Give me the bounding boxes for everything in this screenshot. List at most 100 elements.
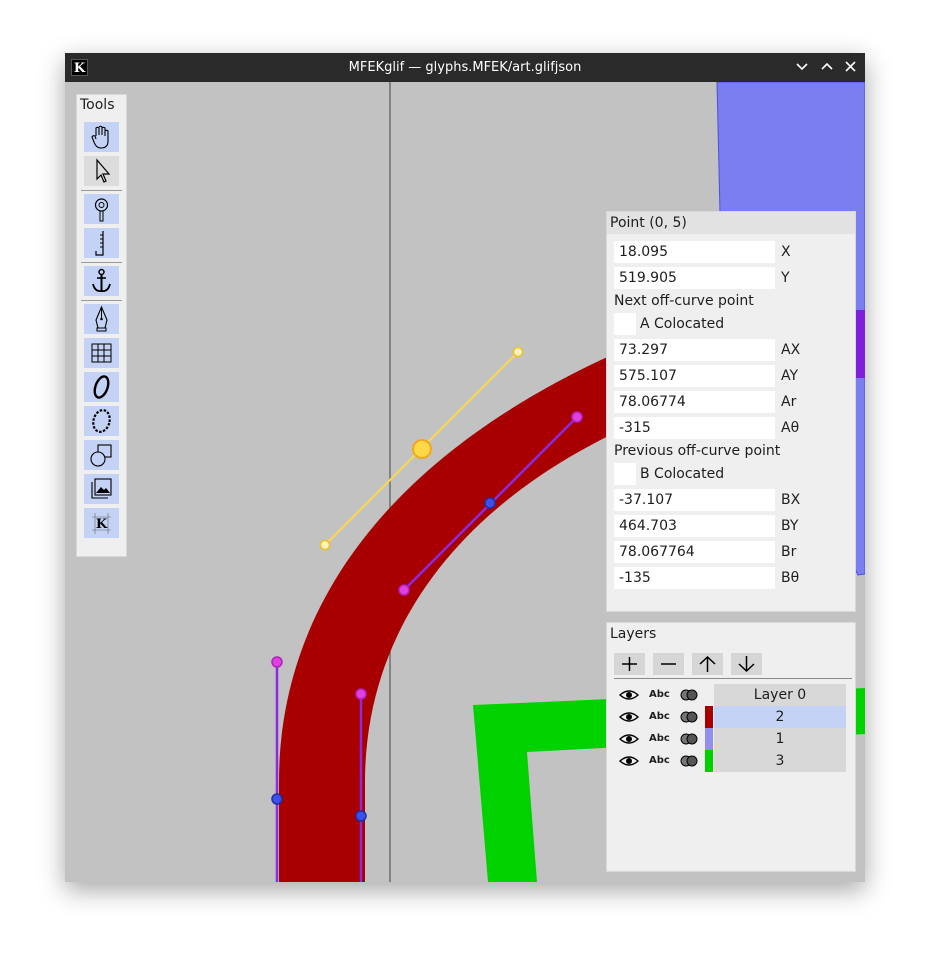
combine-operation-icon[interactable] — [680, 711, 698, 723]
zoom-tool[interactable] — [84, 194, 119, 224]
br-input[interactable]: 78.067764 — [614, 541, 775, 563]
maximize-button[interactable] — [818, 58, 836, 76]
eye-icon[interactable] — [618, 687, 640, 703]
layer-row-layer-0[interactable]: Abc Layer 0 — [613, 684, 847, 706]
point-y-input[interactable]: 519.905 — [614, 267, 775, 289]
arrow-pointer-icon — [96, 158, 111, 183]
btheta-label: Bθ — [781, 570, 800, 586]
eye-icon[interactable] — [618, 709, 640, 725]
atheta-input[interactable]: -315 — [614, 417, 775, 439]
off-curve-point-4 — [355, 688, 367, 700]
ar-input[interactable]: 78.06774 — [614, 391, 775, 413]
layer-preview-text[interactable]: Abc — [649, 750, 670, 772]
chain-o-icon — [92, 409, 111, 433]
a-colocated-label: A Colocated — [640, 316, 725, 332]
title-bar: K MFEKglif — glyphs.MFEK/art.glifjson — [65, 53, 865, 82]
move-layer-up-button[interactable] — [692, 653, 723, 675]
tools-separator — [81, 190, 122, 191]
grid-icon — [91, 343, 112, 363]
by-input[interactable]: 464.703 — [614, 515, 775, 537]
point-y-label: Y — [781, 270, 790, 286]
minimize-button[interactable] — [793, 58, 811, 76]
ax-input[interactable]: 73.297 — [614, 339, 775, 361]
pan-tool[interactable] — [84, 122, 119, 152]
layers-separator — [614, 678, 852, 679]
by-label: BY — [781, 518, 799, 534]
shapes-tool[interactable] — [84, 440, 119, 470]
guideline-k-tool[interactable]: K — [84, 508, 119, 538]
layers-title: Layers — [610, 626, 657, 642]
off-curve-point-1 — [571, 411, 583, 423]
tools-panel: Tools K — [76, 94, 127, 557]
bx-label: BX — [781, 492, 801, 508]
k-grid-icon: K — [92, 513, 111, 534]
prev-offcurve-header: Previous off-curve point — [614, 443, 781, 459]
chevron-down-icon — [796, 63, 808, 71]
layer-color-swatch[interactable] — [705, 728, 713, 750]
layer-name[interactable]: 1 — [714, 728, 846, 750]
layer-name[interactable]: 3 — [714, 750, 846, 772]
guidelines-tool[interactable] — [84, 338, 119, 368]
add-layer-button[interactable] — [614, 653, 645, 675]
arrow-down-icon — [738, 656, 755, 673]
select-tool[interactable] — [84, 156, 119, 186]
window-title: MFEKglif — glyphs.MFEK/art.glifjson — [348, 60, 582, 75]
b-colocated-checkbox[interactable] — [614, 463, 636, 485]
b-colocated-label: B Colocated — [640, 466, 725, 482]
combine-operation-icon[interactable] — [680, 689, 698, 701]
layer-row-1[interactable]: Abc 1 — [613, 728, 847, 750]
magnifier-icon — [94, 198, 109, 222]
image-tool[interactable] — [84, 474, 119, 504]
combine-operation-icon[interactable] — [680, 755, 698, 767]
layer-preview-text[interactable]: Abc — [649, 684, 670, 706]
pattern-along-path-tool[interactable] — [84, 406, 119, 436]
point-panel-title: Point (0, 5) — [610, 215, 687, 231]
pen-nib-icon — [95, 305, 108, 332]
combine-operation-icon[interactable] — [680, 733, 698, 745]
off-curve-point-3 — [271, 656, 283, 668]
bx-input[interactable]: -37.107 — [614, 489, 775, 511]
anchor-icon — [92, 268, 111, 293]
plus-icon — [622, 657, 637, 671]
image-icon — [91, 478, 112, 499]
layer-name[interactable]: 2 — [714, 706, 846, 728]
layer-preview-text[interactable]: Abc — [649, 728, 670, 750]
off-curve-point-2 — [398, 584, 410, 596]
pen-tool[interactable] — [84, 304, 119, 334]
remove-layer-button[interactable] — [653, 653, 684, 675]
btheta-input[interactable]: -135 — [614, 567, 775, 589]
layer-row-3[interactable]: Abc 3 — [613, 750, 847, 772]
ay-input[interactable]: 575.107 — [614, 365, 775, 387]
move-layer-down-button[interactable] — [731, 653, 762, 675]
layer-color-swatch[interactable] — [705, 750, 713, 772]
selected-handle-a — [512, 346, 524, 358]
purple-layer-edge — [855, 310, 865, 378]
on-curve-point-1 — [484, 497, 496, 509]
point-x-label: X — [781, 244, 791, 260]
atheta-label: Aθ — [781, 420, 800, 436]
tools-separator — [81, 300, 122, 301]
layer-name[interactable]: Layer 0 — [714, 684, 846, 706]
close-button[interactable] — [842, 58, 860, 76]
layer-preview-text[interactable]: Abc — [649, 706, 670, 728]
layer-row-2[interactable]: Abc 2 — [613, 706, 847, 728]
svg-text:K: K — [96, 517, 108, 532]
ax-label: AX — [781, 342, 801, 358]
ay-label: AY — [781, 368, 799, 384]
chevron-up-icon — [821, 62, 833, 70]
measure-tool[interactable] — [84, 228, 119, 258]
layer-color-swatch[interactable] — [705, 706, 713, 728]
ar-label: Ar — [781, 394, 797, 410]
variable-width-stroke-tool[interactable] — [84, 372, 119, 402]
eye-icon[interactable] — [618, 731, 640, 747]
tools-separator — [81, 262, 122, 263]
anchor-tool[interactable] — [84, 266, 119, 296]
point-inspector-panel: Point (0, 5) 18.095 X 519.905 Y Next off… — [606, 211, 856, 612]
minus-icon — [661, 663, 676, 665]
on-curve-point-3 — [355, 810, 367, 822]
br-label: Br — [781, 544, 797, 560]
a-colocated-checkbox[interactable] — [614, 313, 636, 335]
point-x-input[interactable]: 18.095 — [614, 241, 775, 263]
close-icon — [845, 61, 856, 72]
eye-icon[interactable] — [618, 753, 640, 769]
